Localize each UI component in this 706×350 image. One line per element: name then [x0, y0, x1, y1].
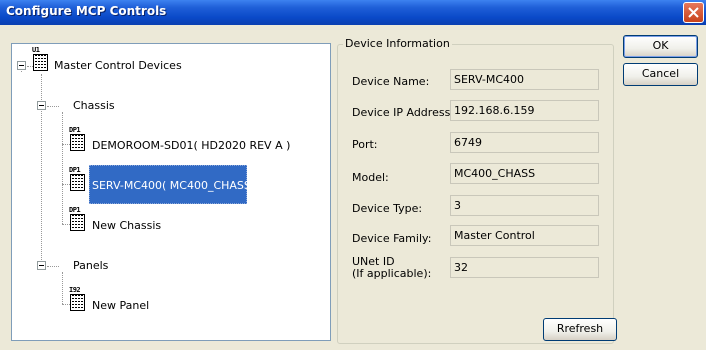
unet-id-sublabel: (If applicable):	[352, 267, 432, 280]
close-icon	[688, 7, 699, 18]
master-control-icon: U1	[32, 46, 50, 72]
device-ip-label: Device IP Address:	[352, 106, 455, 119]
ok-button[interactable]: OK	[623, 35, 698, 58]
device-family-field[interactable]: Master Control	[450, 225, 599, 246]
chassis-device-icon: DP1	[69, 126, 87, 152]
tree-group-panels[interactable]: Panels	[73, 259, 108, 272]
chassis-collapse-icon[interactable]	[37, 101, 46, 110]
device-ip-field[interactable]: 192.168.6.159	[450, 100, 599, 121]
model-field[interactable]: MC400_CHASS	[450, 163, 599, 184]
panel-device-icon: I92	[69, 286, 87, 312]
tree-item-new-panel[interactable]: New Panel	[92, 299, 149, 312]
unet-id-field[interactable]: 32	[450, 257, 599, 278]
tree-group-chassis[interactable]: Chassis	[73, 99, 115, 112]
device-type-field[interactable]: 3	[450, 195, 599, 216]
chassis-device-icon: DP1	[69, 166, 87, 192]
device-name-field[interactable]: SERV-MC400	[450, 69, 599, 90]
tree-item-new-chassis[interactable]: New Chassis	[92, 219, 161, 232]
device-name-label: Device Name:	[352, 75, 430, 88]
refresh-button[interactable]: Rrefresh	[543, 318, 617, 341]
tree-root-master-control[interactable]: Master Control Devices	[54, 59, 182, 72]
window-title: Configure MCP Controls	[6, 4, 167, 18]
chassis-device-icon: DP1	[69, 206, 87, 232]
device-type-label: Device Type:	[352, 202, 423, 215]
cancel-button[interactable]: Cancel	[623, 63, 698, 86]
configure-mcp-dialog: Configure MCP Controls U1 Master Control…	[0, 0, 706, 350]
panels-collapse-icon[interactable]	[37, 261, 46, 270]
device-information-title: Device Information	[343, 37, 452, 50]
tree-item-serv-mc400[interactable]: SERV-MC400( MC400_CHASS )	[92, 179, 259, 192]
root-collapse-icon[interactable]	[17, 61, 26, 70]
title-bar[interactable]: Configure MCP Controls	[0, 0, 706, 25]
port-field[interactable]: 6749	[450, 132, 599, 153]
close-button[interactable]	[683, 2, 704, 23]
model-label: Model:	[352, 171, 389, 184]
device-tree[interactable]: U1 Master Control Devices Chassis DP1 DE…	[11, 43, 331, 341]
tree-item-demoroom-sd01[interactable]: DEMOROOM-SD01( HD2020 REV A )	[92, 139, 290, 152]
device-family-label: Device Family:	[352, 232, 432, 245]
port-label: Port:	[352, 138, 378, 151]
